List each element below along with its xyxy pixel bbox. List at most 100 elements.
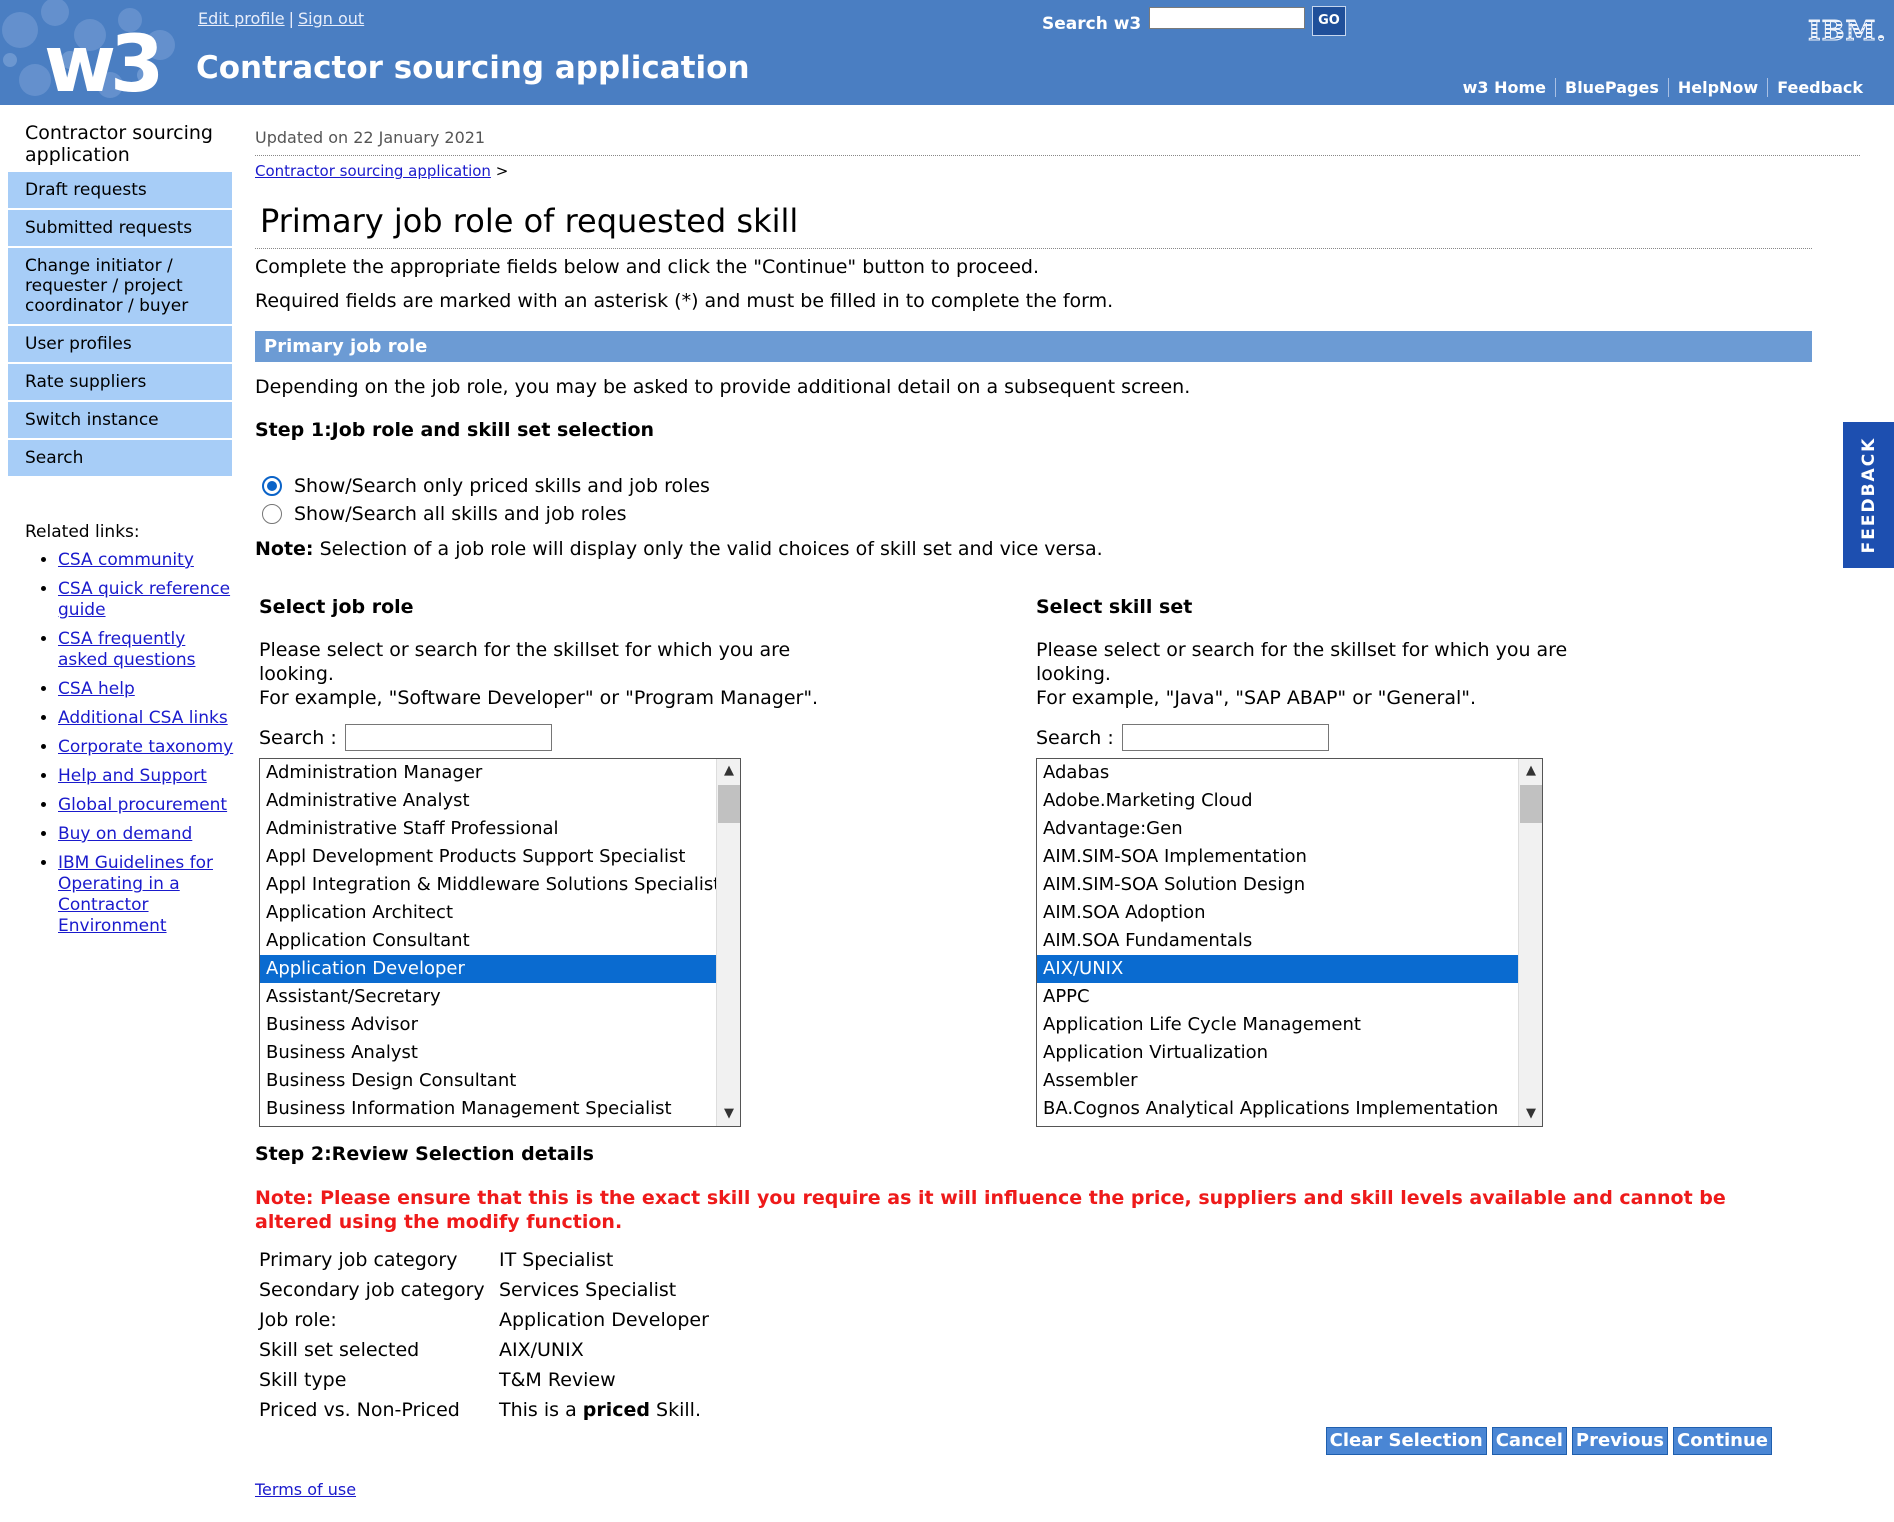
skill-set-desc-line: For example, "Java", "SAP ABAP" or "Gene…: [1036, 687, 1477, 709]
scroll-up-icon[interactable]: ▲: [1519, 759, 1542, 783]
job-role-option[interactable]: Application Architect: [260, 899, 740, 927]
skill-set-option[interactable]: APPC: [1037, 983, 1542, 1011]
feedback-tab[interactable]: FEEDBACK: [1843, 422, 1894, 568]
radio-priced[interactable]: [262, 476, 282, 496]
job-role-option[interactable]: Business Advisor: [260, 1011, 740, 1039]
job-role-option[interactable]: Business Analyst: [260, 1039, 740, 1067]
job-role-desc-line: For example, "Software Developer" or "Pr…: [259, 687, 819, 709]
nav-item-draft-requests[interactable]: Draft requests: [8, 172, 232, 210]
job-role-option[interactable]: Assistant/Secretary: [260, 983, 740, 1011]
table-row: Skill type T&M Review: [259, 1365, 713, 1395]
skill-set-option[interactable]: AIM.SOA Fundamentals: [1037, 927, 1542, 955]
clear-selection-button[interactable]: Clear Selection: [1325, 1427, 1487, 1455]
job-role-option[interactable]: Appl Development Products Support Specia…: [260, 843, 740, 871]
related-link[interactable]: CSA frequently asked questions: [58, 629, 195, 670]
note-text: Selection of a job role will display onl…: [313, 538, 1103, 560]
job-role-scrollbar[interactable]: ▲ ▼: [716, 759, 740, 1126]
previous-button[interactable]: Previous: [1571, 1427, 1668, 1455]
skill-set-listbox[interactable]: Adabas Adobe.Marketing Cloud Advantage:G…: [1036, 758, 1543, 1127]
related-link[interactable]: CSA help: [58, 679, 135, 699]
skill-set-option[interactable]: AIM.SIM-SOA Implementation: [1037, 843, 1542, 871]
job-role-option[interactable]: Administration Manager: [260, 759, 740, 787]
section-header: Primary job role: [255, 331, 1812, 362]
nav-item-rate-suppliers[interactable]: Rate suppliers: [8, 364, 232, 402]
related-link[interactable]: Additional CSA links: [58, 708, 228, 728]
related-links: Related links: CSA community CSA quick r…: [25, 522, 235, 945]
scroll-down-icon[interactable]: ▼: [717, 1102, 740, 1126]
job-role-search-input[interactable]: [344, 724, 552, 751]
summary-label: Primary job category: [259, 1249, 458, 1271]
terms-of-use-link[interactable]: Terms of use: [255, 1480, 356, 1499]
skill-set-option[interactable]: Assembler: [1037, 1067, 1542, 1095]
job-role-option[interactable]: Business Information Management Speciali…: [260, 1095, 740, 1123]
search-w3-input[interactable]: [1149, 7, 1305, 29]
intro-text: Complete the appropriate fields below an…: [255, 256, 1040, 278]
scrollbar-thumb[interactable]: [1520, 785, 1542, 823]
job-role-option[interactable]: Appl Integration & Middleware Solutions …: [260, 871, 740, 899]
job-role-option[interactable]: Administrative Analyst: [260, 787, 740, 815]
related-link[interactable]: Corporate taxonomy: [58, 737, 233, 757]
job-role-option[interactable]: Business Design Consultant: [260, 1067, 740, 1095]
related-link[interactable]: Global procurement: [58, 795, 227, 815]
scroll-up-icon[interactable]: ▲: [717, 759, 740, 783]
continue-button[interactable]: Continue: [1672, 1427, 1772, 1455]
related-link[interactable]: CSA community: [58, 550, 194, 570]
related-link[interactable]: IBM Guidelines for Operating in a Contra…: [58, 853, 213, 936]
skill-set-option[interactable]: Adobe.Marketing Cloud: [1037, 787, 1542, 815]
search-w3-label: Search w3: [1042, 14, 1142, 34]
skill-set-option[interactable]: Advantage:Gen: [1037, 815, 1542, 843]
util-link-feedback[interactable]: Feedback: [1767, 78, 1872, 97]
util-link-helpnow[interactable]: HelpNow: [1667, 78, 1767, 97]
util-link-bluepages[interactable]: BluePages: [1555, 78, 1668, 97]
skill-set-scrollbar[interactable]: ▲ ▼: [1518, 759, 1542, 1126]
feedback-tab-label[interactable]: FEEDBACK: [1859, 437, 1879, 554]
job-role-option-selected[interactable]: Application Developer: [260, 955, 740, 983]
nav-item-change-initiator[interactable]: Change initiator / requester / project c…: [8, 248, 232, 326]
skill-set-option[interactable]: Adabas: [1037, 759, 1542, 787]
breadcrumb-separator: >: [495, 162, 509, 180]
job-role-column: Select job role Please select or search …: [259, 596, 819, 1127]
skill-set-option[interactable]: Application Life Cycle Management: [1037, 1011, 1542, 1039]
scrollbar-thumb[interactable]: [718, 785, 740, 823]
nav-item-submitted-requests[interactable]: Submitted requests: [8, 210, 232, 248]
left-nav: Contractor sourcing application Draft re…: [8, 112, 232, 478]
skill-set-option-selected[interactable]: AIX/UNIX: [1037, 955, 1542, 983]
related-link[interactable]: CSA quick reference guide: [58, 579, 230, 620]
w3-logo[interactable]: w3: [44, 20, 164, 105]
skill-set-search-input[interactable]: [1121, 724, 1329, 751]
breadcrumb-link[interactable]: Contractor sourcing application: [255, 162, 491, 180]
radio-all-row[interactable]: Show/Search all skills and job roles: [262, 503, 627, 525]
nav-item-user-profiles[interactable]: User profiles: [8, 326, 232, 364]
list-item: CSA help: [58, 679, 235, 700]
skill-set-option[interactable]: AIM.SOA Adoption: [1037, 899, 1542, 927]
radio-all[interactable]: [262, 504, 282, 524]
radio-priced-label[interactable]: Show/Search only priced skills and job r…: [294, 475, 710, 497]
related-link[interactable]: Help and Support: [58, 766, 207, 786]
nav-item-search[interactable]: Search: [8, 440, 232, 478]
skill-set-option[interactable]: AIM.SIM-SOA Solution Design: [1037, 871, 1542, 899]
cancel-button[interactable]: Cancel: [1491, 1427, 1567, 1455]
edit-profile-link[interactable]: Edit profile: [198, 9, 285, 28]
skill-set-option[interactable]: BA.Cognos Analytical Applications Implem…: [1037, 1095, 1542, 1123]
sign-out-link[interactable]: Sign out: [298, 9, 364, 28]
skill-set-heading: Select skill set: [1036, 596, 1193, 618]
nav-title[interactable]: Contractor sourcing application: [8, 112, 232, 172]
job-role-listbox[interactable]: Administration Manager Administrative An…: [259, 758, 741, 1127]
scroll-down-icon[interactable]: ▼: [1519, 1102, 1542, 1126]
note: Note: Selection of a job role will displ…: [255, 538, 1103, 560]
job-role-option[interactable]: Application Consultant: [260, 927, 740, 955]
radio-priced-row[interactable]: Show/Search only priced skills and job r…: [262, 475, 710, 497]
job-role-option[interactable]: Administrative Staff Professional: [260, 815, 740, 843]
go-button[interactable]: GO: [1312, 6, 1346, 36]
util-link-w3-home[interactable]: w3 Home: [1454, 78, 1555, 97]
nav-item-switch-instance[interactable]: Switch instance: [8, 402, 232, 440]
skill-set-option[interactable]: Application Virtualization: [1037, 1039, 1542, 1067]
ibm-logo[interactable]: IBM.: [1808, 16, 1887, 48]
table-row: Secondary job category Services Speciali…: [259, 1275, 713, 1305]
utility-nav: w3 Home BluePages HelpNow Feedback: [1454, 78, 1872, 97]
related-link[interactable]: Buy on demand: [58, 824, 192, 844]
list-item: Buy on demand: [58, 824, 235, 845]
masthead: w3 Edit profile | Sign out Contractor sour…: [0, 0, 1894, 105]
step2-heading: Step 2:Review Selection details: [255, 1143, 594, 1165]
radio-all-label[interactable]: Show/Search all skills and job roles: [294, 503, 627, 525]
